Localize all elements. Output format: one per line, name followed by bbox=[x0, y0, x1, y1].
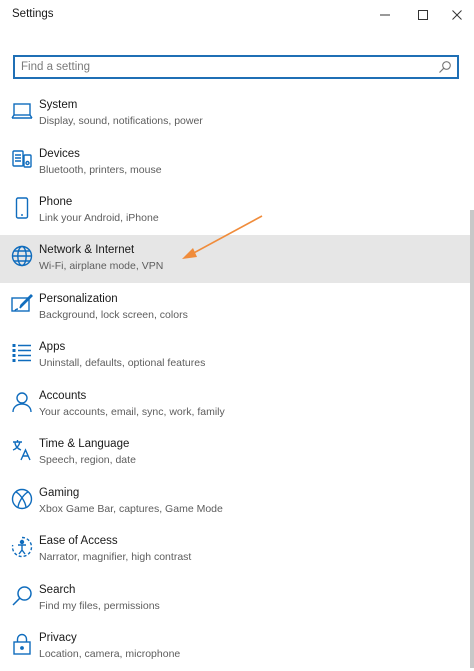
item-name: Ease of Access bbox=[39, 535, 118, 547]
title-bar: Settings bbox=[0, 0, 474, 30]
settings-item-ease-of-access[interactable]: Ease of Access Narrator, magnifier, high… bbox=[0, 526, 470, 574]
search-box[interactable] bbox=[13, 55, 459, 79]
item-desc: Your accounts, email, sync, work, family bbox=[39, 406, 225, 418]
devices-icon bbox=[12, 150, 32, 168]
settings-item-devices[interactable]: Devices Bluetooth, printers, mouse bbox=[0, 139, 470, 187]
item-name: Search bbox=[39, 584, 76, 596]
scrollbar[interactable] bbox=[470, 210, 474, 668]
maximize-icon bbox=[418, 10, 428, 20]
item-name: Accounts bbox=[39, 390, 87, 402]
window-title: Settings bbox=[12, 8, 54, 20]
item-desc: Location, camera, microphone bbox=[39, 648, 181, 660]
settings-item-apps[interactable]: Apps Uninstall, defaults, optional featu… bbox=[0, 332, 470, 380]
settings-item-search[interactable]: Search Find my files, permissions bbox=[0, 575, 470, 623]
item-name: Privacy bbox=[39, 632, 77, 644]
ease-of-access-icon bbox=[11, 536, 33, 558]
search-icon bbox=[12, 586, 32, 606]
item-desc: Wi-Fi, airplane mode, VPN bbox=[39, 260, 164, 272]
item-desc: Uninstall, defaults, optional features bbox=[39, 357, 206, 369]
settings-item-gaming[interactable]: Gaming Xbox Game Bar, captures, Game Mod… bbox=[0, 478, 470, 526]
lock-icon bbox=[13, 633, 31, 655]
item-desc: Speech, region, date bbox=[39, 454, 136, 466]
settings-item-phone[interactable]: Phone Link your Android, iPhone bbox=[0, 187, 470, 235]
item-desc: Narrator, magnifier, high contrast bbox=[39, 551, 192, 563]
item-name: Gaming bbox=[39, 487, 80, 499]
item-desc: Xbox Game Bar, captures, Game Mode bbox=[39, 503, 223, 515]
laptop-icon bbox=[11, 103, 33, 119]
minimize-icon bbox=[380, 14, 390, 16]
apps-list-icon bbox=[12, 344, 31, 362]
item-name: Phone bbox=[39, 196, 73, 208]
globe-icon bbox=[11, 245, 33, 267]
settings-item-personalization[interactable]: Personalization Background, lock screen,… bbox=[0, 284, 470, 332]
item-desc: Link your Android, iPhone bbox=[39, 212, 159, 224]
close-icon bbox=[452, 10, 462, 20]
item-name: Network & Internet bbox=[39, 244, 135, 256]
item-desc: Bluetooth, printers, mouse bbox=[39, 164, 162, 176]
paintbrush-icon bbox=[11, 294, 33, 312]
language-icon bbox=[12, 440, 31, 461]
item-name: Time & Language bbox=[39, 438, 130, 450]
settings-item-privacy[interactable]: Privacy Location, camera, microphone bbox=[0, 623, 470, 671]
item-name: Apps bbox=[39, 341, 66, 353]
search-icon[interactable] bbox=[438, 60, 452, 74]
settings-item-network[interactable]: Network & Internet Wi-Fi, airplane mode,… bbox=[0, 235, 470, 283]
item-desc: Display, sound, notifications, power bbox=[39, 115, 203, 127]
person-icon bbox=[12, 392, 32, 413]
xbox-icon bbox=[11, 488, 33, 510]
phone-icon bbox=[15, 197, 29, 219]
item-desc: Background, lock screen, colors bbox=[39, 309, 188, 321]
settings-item-system[interactable]: System Display, sound, notifications, po… bbox=[0, 90, 470, 138]
item-name: Devices bbox=[39, 148, 80, 160]
search-input[interactable] bbox=[21, 57, 431, 77]
item-desc: Find my files, permissions bbox=[39, 600, 160, 612]
close-button[interactable] bbox=[440, 0, 474, 30]
item-name: System bbox=[39, 99, 78, 111]
settings-item-time-language[interactable]: Time & Language Speech, region, date bbox=[0, 429, 470, 477]
item-name: Personalization bbox=[39, 293, 118, 305]
settings-item-accounts[interactable]: Accounts Your accounts, email, sync, wor… bbox=[0, 381, 470, 429]
